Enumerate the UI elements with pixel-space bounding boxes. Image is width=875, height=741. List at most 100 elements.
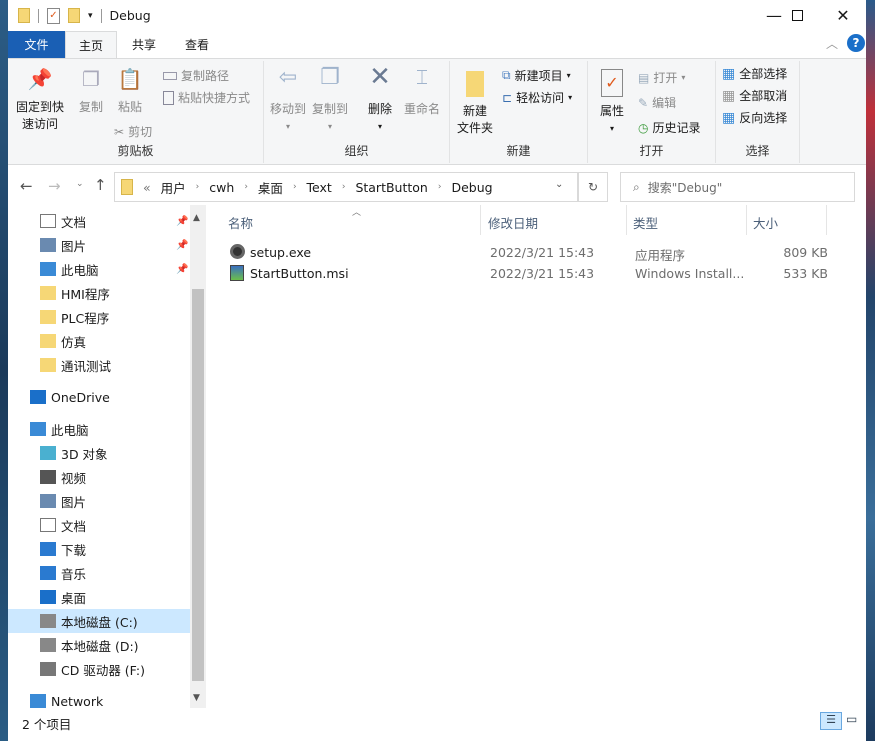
- column-divider[interactable]: [480, 205, 481, 235]
- breadcrumb-item[interactable]: Debug: [451, 180, 492, 195]
- edit-button[interactable]: ✎ 编辑: [638, 94, 676, 111]
- tab-view[interactable]: 查看: [174, 31, 220, 58]
- sidebar-item[interactable]: 通讯测试: [8, 353, 190, 377]
- select-all-icon: ▦: [722, 65, 736, 82]
- sidebar-item-label: 通讯测试: [61, 358, 112, 374]
- status-bar: 2 个项目 ☰ ▭: [8, 708, 866, 741]
- search-icon: ⌕: [633, 179, 640, 194]
- sidebar-item[interactable]: 文档 📌: [8, 209, 190, 233]
- customize-quick-access-icon[interactable]: ▾: [88, 11, 93, 21]
- details-view-button[interactable]: ☰: [820, 712, 842, 730]
- sidebar-item[interactable]: OneDrive: [8, 385, 190, 409]
- sidebar-item[interactable]: 图片: [8, 489, 190, 513]
- breadcrumb-overflow[interactable]: «: [143, 180, 151, 195]
- history-button[interactable]: ◷ 历史记录: [638, 119, 701, 136]
- new-folder-quick-icon[interactable]: [68, 8, 80, 23]
- new-folder-button[interactable]: 新建 文件夹: [454, 69, 496, 137]
- maximize-button[interactable]: [774, 0, 820, 31]
- address-bar[interactable]: « 用户 › cwh › 桌面 › Text › StartButton › Debug …: [114, 172, 578, 202]
- column-header-size[interactable]: 大小: [753, 213, 778, 232]
- pin-icon[interactable]: 📌: [176, 216, 188, 227]
- tab-share[interactable]: 共享: [120, 31, 168, 58]
- sidebar-item[interactable]: 本地磁盘 (C:): [8, 609, 190, 633]
- column-divider[interactable]: [826, 205, 827, 235]
- sidebar-item[interactable]: 视频: [8, 465, 190, 489]
- computer-icon: [30, 422, 46, 436]
- breadcrumb-item[interactable]: 用户: [161, 178, 186, 197]
- up-button[interactable]: ↑: [94, 176, 107, 194]
- copy-to-button[interactable]: ❐ 复制到 ▾: [310, 67, 350, 135]
- file-row[interactable]: setup.exe 2022/3/21 15:43 应用程序 809 KB: [228, 242, 828, 263]
- easy-access-button[interactable]: ⊏ 轻松访问 ▾: [502, 89, 572, 106]
- properties-quick-icon[interactable]: ✓: [47, 7, 60, 24]
- label: 新建: [462, 104, 487, 118]
- breadcrumb-item[interactable]: cwh: [209, 180, 234, 195]
- help-icon[interactable]: ?: [847, 34, 865, 52]
- breadcrumb-item[interactable]: 桌面: [258, 178, 283, 197]
- folder-icon: [40, 334, 56, 348]
- select-none-button[interactable]: ▦ 全部取消: [722, 87, 787, 104]
- back-button[interactable]: ←: [20, 177, 33, 195]
- navigation-bar: ← → ⌄ ↑ « 用户 › cwh › 桌面 › Text › StartButton…: [8, 170, 866, 204]
- copy-button[interactable]: ❐ 复制: [72, 69, 110, 116]
- tab-home[interactable]: 主页: [65, 31, 117, 59]
- properties-button[interactable]: ✓ 属性 ▾: [592, 69, 632, 137]
- new-item-button[interactable]: ⧉ 新建项目 ▾: [502, 67, 571, 84]
- scroll-up-arrow[interactable]: ▲: [193, 213, 200, 223]
- pin-icon[interactable]: 📌: [176, 264, 188, 275]
- drive-icon: [40, 614, 56, 628]
- sidebar-item-label: 3D 对象: [61, 446, 108, 462]
- file-row[interactable]: StartButton.msi 2022/3/21 15:43 Windows …: [228, 263, 828, 284]
- close-button[interactable]: ✕: [820, 0, 866, 31]
- search-placeholder: 搜索"Debug": [647, 180, 723, 195]
- search-box[interactable]: ⌕ 搜索"Debug": [620, 172, 855, 202]
- sidebar-item[interactable]: 此电脑: [8, 417, 190, 441]
- delete-button[interactable]: ✕ 删除 ▾: [362, 64, 398, 135]
- pin-quick-access-button[interactable]: 📌 固定到快 速访问: [12, 69, 68, 133]
- column-header-name[interactable]: 名称: [228, 213, 253, 232]
- paste-shortcut-button[interactable]: 粘贴快捷方式: [163, 89, 250, 106]
- sidebar-item[interactable]: 桌面: [8, 585, 190, 609]
- sidebar-item[interactable]: 仿真: [8, 329, 190, 353]
- refresh-button[interactable]: ↻: [578, 172, 608, 202]
- column-header-date[interactable]: 修改日期: [488, 213, 538, 232]
- breadcrumb-item[interactable]: StartButton: [355, 180, 427, 195]
- paste-button[interactable]: 📋 粘贴: [112, 69, 148, 116]
- copy-path-button[interactable]: 复制路径: [163, 67, 229, 84]
- minimize-ribbon-icon[interactable]: ︿: [826, 35, 838, 52]
- move-to-button[interactable]: ⇦ 移动到 ▾: [268, 67, 308, 135]
- column-divider[interactable]: [626, 205, 627, 235]
- open-button[interactable]: ▤ 打开 ▾: [638, 69, 685, 86]
- rename-button[interactable]: ⌶ 重命名: [402, 67, 442, 118]
- sidebar-item-label: 图片: [61, 494, 87, 510]
- invert-selection-icon: ▦: [722, 109, 736, 126]
- sidebar-item[interactable]: 此电脑 📌: [8, 257, 190, 281]
- clipboard-group: 📌 固定到快 速访问 ❐ 复制 📋 粘贴 复制路径 粘贴快捷方式 ✂ 剪切 剪贴板: [8, 61, 264, 163]
- forward-button[interactable]: →: [48, 177, 61, 195]
- select-all-button[interactable]: ▦ 全部选择: [722, 65, 787, 82]
- sidebar-item[interactable]: 下载: [8, 537, 190, 561]
- open-group: ✓ 属性 ▾ ▤ 打开 ▾ ✎ 编辑 ◷ 历史记录 打开: [588, 61, 716, 163]
- file-size: 533 KB: [783, 266, 828, 281]
- pin-icon[interactable]: 📌: [176, 240, 188, 251]
- sidebar-item[interactable]: 图片 📌: [8, 233, 190, 257]
- sidebar-item[interactable]: 音乐: [8, 561, 190, 585]
- sidebar-item[interactable]: 文档: [8, 513, 190, 537]
- sidebar-item[interactable]: 3D 对象: [8, 441, 190, 465]
- breadcrumb-item[interactable]: Text: [307, 180, 332, 195]
- sidebar-item[interactable]: HMI程序: [8, 281, 190, 305]
- address-dropdown-icon[interactable]: ⌄: [555, 179, 563, 190]
- scroll-down-arrow[interactable]: ▼: [193, 693, 200, 703]
- tab-file[interactable]: 文件: [8, 31, 65, 58]
- navigation-pane-scrollbar[interactable]: ▲ ▼: [190, 205, 206, 708]
- sidebar-item[interactable]: CD 驱动器 (F:): [8, 657, 190, 681]
- sidebar-item[interactable]: PLC程序: [8, 305, 190, 329]
- recent-locations-button[interactable]: ⌄: [76, 179, 84, 189]
- cut-button[interactable]: ✂ 剪切: [114, 123, 152, 140]
- large-icons-view-button[interactable]: ▭: [846, 712, 857, 726]
- column-header-type[interactable]: 类型: [633, 213, 658, 232]
- column-divider[interactable]: [746, 205, 747, 235]
- scrollbar-thumb[interactable]: [192, 289, 204, 681]
- invert-selection-button[interactable]: ▦ 反向选择: [722, 109, 787, 126]
- sidebar-item[interactable]: 本地磁盘 (D:): [8, 633, 190, 657]
